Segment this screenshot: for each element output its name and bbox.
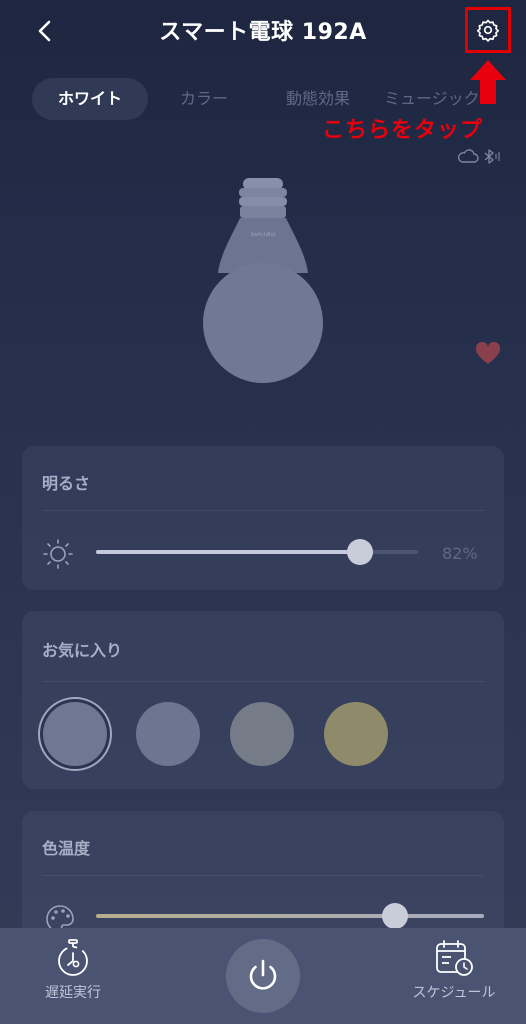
page-title: スマート電球 192A [159, 20, 367, 45]
bluetooth-icon [484, 149, 500, 164]
bottom-bar: 遅延実行 スケジュール [0, 928, 526, 1024]
bulb-brand-text: SwitchBot [251, 232, 276, 238]
favorite-swatch[interactable] [136, 702, 200, 766]
lightbulb-icon: SwitchBot [203, 178, 323, 383]
favorite-swatch[interactable] [324, 702, 388, 766]
brightness-slider[interactable] [96, 539, 418, 565]
cloud-icon [457, 149, 479, 163]
brightness-slider-thumb[interactable] [347, 539, 374, 565]
mode-tabs: ホワイト カラー 動態効果 ミュージック [0, 78, 526, 120]
favorites-card: お気に入り [22, 611, 504, 789]
divider [42, 875, 484, 876]
color-temperature-slider-thumb[interactable] [381, 903, 408, 929]
color-temperature-slider[interactable] [96, 903, 484, 929]
divider [42, 510, 484, 511]
color-temperature-title: 色温度 [42, 839, 91, 858]
connection-status [457, 149, 500, 164]
schedule-label: スケジュール [412, 985, 496, 1001]
sun-icon [43, 539, 73, 569]
power-icon [249, 959, 277, 990]
brightness-slider-fill [96, 550, 361, 554]
power-button[interactable] [226, 939, 300, 1013]
timer-button[interactable]: 遅延実行 [38, 938, 108, 1002]
calendar-clock-icon [436, 940, 473, 976]
tab-white[interactable]: ホワイト [32, 78, 148, 120]
header: スマート電球 192A [0, 0, 526, 62]
stopwatch-icon [58, 939, 88, 976]
favorite-swatch[interactable] [230, 702, 294, 766]
brightness-title: 明るさ [42, 474, 91, 493]
brightness-card: 明るさ 82% [22, 446, 504, 590]
tab-music[interactable]: ミュージック [384, 78, 480, 120]
heart-icon[interactable] [475, 342, 501, 366]
favorites-title: お気に入り [42, 641, 123, 660]
schedule-button[interactable]: スケジュール [404, 938, 504, 1002]
timer-label: 遅延実行 [45, 985, 101, 1001]
tab-dynamic-effects[interactable]: 動態効果 [286, 78, 350, 120]
favorite-swatch[interactable] [43, 702, 107, 766]
tab-color[interactable]: カラー [180, 78, 228, 120]
settings-button[interactable] [465, 7, 511, 53]
gear-icon [476, 19, 500, 42]
divider [42, 681, 484, 682]
brightness-value: 82% [442, 544, 478, 563]
